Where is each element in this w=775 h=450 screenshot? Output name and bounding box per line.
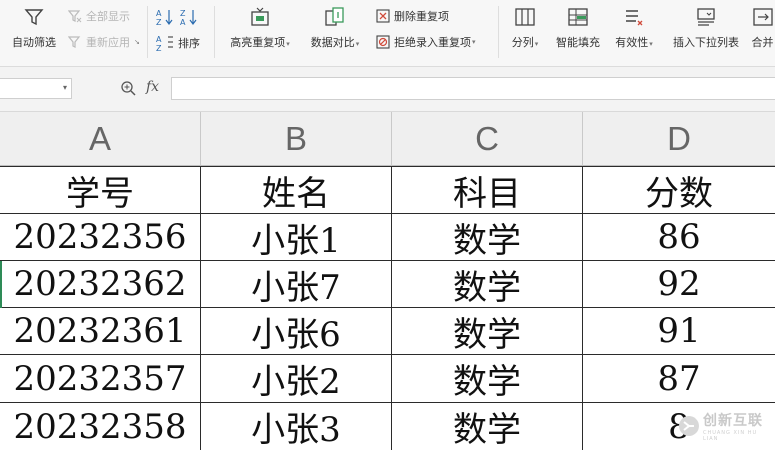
smart-fill-icon [568,8,588,26]
formula-input[interactable] [171,77,775,100]
column-header-a[interactable]: A [0,112,201,166]
ribbon-divider [214,6,215,58]
dropdown-list-icon [697,8,715,26]
cell-d5[interactable]: 87 [583,355,775,403]
cell-a4[interactable]: 20232361 [0,308,201,355]
cell-b1[interactable]: 姓名 [201,166,392,214]
auto-filter-label: 自动筛选 [12,36,56,49]
cell-d2[interactable]: 86 [583,214,775,261]
split-column-button[interactable]: 分列▾ [506,0,544,50]
cell-c5[interactable]: 数学 [392,355,583,403]
validity-button[interactable]: 有效性▾ [610,0,658,50]
dialog-launcher-icon: ↘ [134,38,140,46]
svg-text:A: A [156,9,162,18]
cell-a3[interactable]: 20232362 [0,261,201,308]
highlight-duplicates-button[interactable]: 高亮重复项▾ [224,0,296,50]
dropdown-caret-icon: ▾ [286,40,290,48]
ribbon-divider [498,6,499,58]
svg-text:A: A [156,35,162,44]
watermark-logo: 创新互联 CHUANG XIN HU LIAN [678,410,775,442]
validity-label: 有效性 [615,36,649,49]
reject-duplicates-label: 拒绝录入重复项 [394,36,471,49]
cell-c3[interactable]: 数学 [392,261,583,308]
fx-icon[interactable]: fx [146,79,159,95]
watermark-text-cn: 创新互联 [702,413,763,429]
cell-d1[interactable]: 分数 [583,166,775,214]
cell-b6[interactable]: 小张3 [201,403,392,450]
reapply-label: 重新应用 [86,36,130,49]
merge-button[interactable]: 合并 [750,0,775,50]
reapply-button[interactable]: 重新应用 ↘ [68,34,140,50]
active-row-indicator [0,261,2,308]
auto-filter-button[interactable]: 自动筛选 [8,0,60,50]
svg-text:Z: Z [180,9,186,18]
cell-b3[interactable]: 小张7 [201,261,392,308]
delete-duplicates-label: 删除重复项 [394,10,449,23]
ribbon-divider [147,6,148,58]
smart-fill-button[interactable]: 智能填充 [552,0,604,50]
cell-a2[interactable]: 20232356 [0,214,201,261]
split-column-label: 分列 [511,36,534,49]
cell-b5[interactable]: 小张2 [201,355,392,403]
sort-asc-icon: A Z [156,9,173,26]
merge-label: 合并 [751,36,774,49]
sort-label: 排序 [178,37,200,50]
brand-logo-icon [678,416,699,436]
cell-b2[interactable]: 小张1 [201,214,392,261]
column-header-d[interactable]: D [583,112,775,166]
sort-ascending-button[interactable]: A Z Z A [156,8,202,26]
watermark-text-en: CHUANG XIN HU LIAN [702,430,758,442]
filter-clear-icon [68,10,82,23]
cell-d3[interactable]: 92 [583,261,775,308]
name-box[interactable]: ▾ [0,78,72,99]
dropdown-caret-icon: ▾ [534,40,539,48]
sort-button[interactable]: A Z 排序 [156,34,200,52]
highlight-duplicates-icon [251,7,269,26]
svg-text:Z: Z [156,18,162,26]
cell-a6[interactable]: 20232358 [0,403,201,450]
reject-duplicates-icon [376,35,390,49]
dropdown-caret-icon: ▾ [472,38,476,46]
smart-fill-label: 智能填充 [556,36,600,49]
data-compare-icon [325,7,344,26]
zoom-search-icon[interactable] [120,80,137,97]
cell-a5[interactable]: 20232357 [0,355,201,403]
cell-c4[interactable]: 数学 [392,308,583,355]
cell-c1[interactable]: 科目 [392,166,583,214]
highlight-duplicates-label: 高亮重复项 [230,36,286,49]
show-all-label: 全部显示 [86,10,130,23]
split-column-icon [515,8,535,26]
cell-c6[interactable]: 数学 [392,403,583,450]
filter-refresh-icon [68,36,81,48]
dropdown-caret-icon: ▾ [355,40,360,48]
data-compare-label: 数据对比 [310,36,355,49]
reject-duplicates-button[interactable]: 拒绝录入重复项 ▾ [376,34,476,50]
sort-icon: A Z [156,35,173,52]
formula-bar: ▾ fx [0,67,775,112]
ribbon-toolbar: 自动筛选 全部显示 重新应用 ↘ A Z Z A A Z 排序 高亮重复项▾ 数… [0,0,775,67]
cell-d4[interactable]: 91 [583,308,775,355]
delete-duplicates-icon [376,9,390,23]
column-header-b[interactable]: B [201,112,392,166]
cell-a1[interactable]: 学号 [0,166,201,214]
sort-desc-icon: Z A [180,9,197,26]
data-compare-button[interactable]: 数据对比▾ [304,0,366,50]
insert-dropdown-list-button[interactable]: 插入下拉列表 [666,0,746,50]
chevron-down-icon[interactable]: ▾ [63,83,67,92]
insert-dropdown-list-label: 插入下拉列表 [673,36,739,49]
cell-b4[interactable]: 小张6 [201,308,392,355]
column-header-c[interactable]: C [392,112,583,166]
validity-icon [626,10,643,26]
dropdown-caret-icon: ▾ [649,40,653,48]
delete-duplicates-button[interactable]: 删除重复项 [376,8,449,24]
show-all-button[interactable]: 全部显示 [68,8,130,24]
cell-c2[interactable]: 数学 [392,214,583,261]
merge-icon [752,8,773,26]
filter-icon [24,9,44,26]
svg-text:Z: Z [156,44,162,52]
svg-text:A: A [180,18,186,26]
